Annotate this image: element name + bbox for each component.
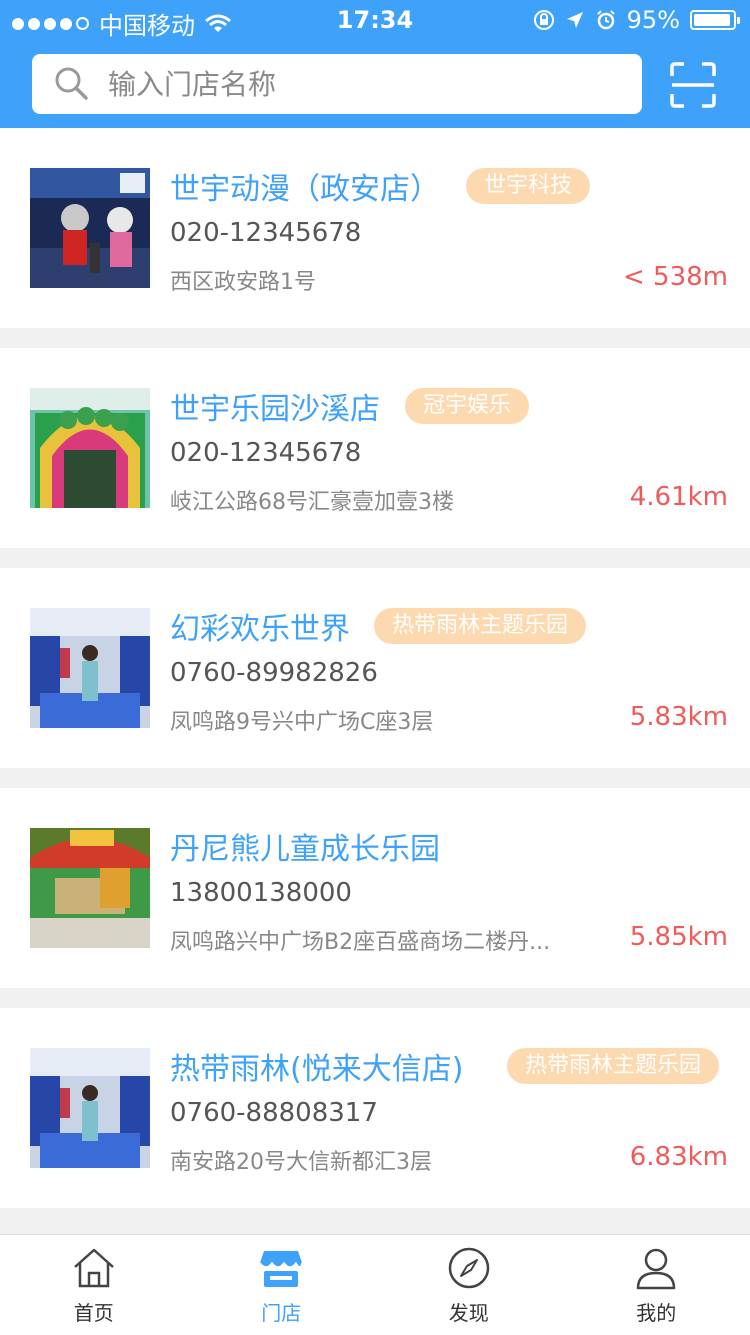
store-phone[interactable]: 0760-88808317 — [170, 1098, 378, 1128]
store-photo — [30, 388, 150, 508]
store-photo — [30, 1048, 150, 1168]
search-bar[interactable] — [32, 54, 642, 114]
scan-icon[interactable] — [670, 62, 716, 108]
store-photo — [30, 168, 150, 288]
tab-discover[interactable]: 发现 — [375, 1235, 563, 1335]
store-distance: 4.61km — [630, 482, 728, 512]
store-tag: 冠宇娱乐 — [405, 388, 529, 424]
header: 中国移动 17:34 95% — [0, 0, 750, 128]
store-card[interactable]: 丹尼熊儿童成长乐园 13800138000 凤鸣路兴中广场B2座百盛商场二楼丹.… — [0, 788, 750, 988]
store-address: 西区政安路1号 — [170, 264, 316, 296]
store-card[interactable]: 世宇动漫（政安店） 世宇科技 020-12345678 西区政安路1号 < 53… — [0, 128, 750, 328]
store-name: 幻彩欢乐世界 — [170, 604, 350, 648]
alarm-icon — [595, 9, 617, 31]
store-distance: 6.83km — [630, 1142, 728, 1172]
store-card[interactable]: 幻彩欢乐世界 热带雨林主题乐园 0760-89982826 凤鸣路9号兴中广场C… — [0, 568, 750, 768]
store-address: 凤鸣路9号兴中广场C座3层 — [170, 704, 433, 736]
store-address: 南安路20号大信新都汇3层 — [170, 1144, 432, 1176]
store-address: 凤鸣路兴中广场B2座百盛商场二楼丹... — [170, 924, 550, 956]
store-distance: 5.85km — [630, 922, 728, 952]
store-phone[interactable]: 020-12345678 — [170, 438, 361, 468]
store-name: 世宇动漫（政安店） — [170, 164, 440, 208]
store-name: 丹尼熊儿童成长乐园 — [170, 824, 440, 868]
store-card[interactable]: 热带雨林(悦来大信店) 热带雨林主题乐园 0760-88808317 南安路20… — [0, 1008, 750, 1208]
store-phone[interactable]: 0760-89982826 — [170, 658, 378, 688]
store-distance: 5.83km — [630, 702, 728, 732]
status-bar: 中国移动 17:34 95% — [0, 0, 750, 40]
compass-icon — [446, 1245, 492, 1291]
location-icon — [565, 10, 585, 30]
store-tag: 热带雨林主题乐园 — [507, 1048, 719, 1084]
tab-label: 发现 — [449, 1297, 489, 1326]
search-icon — [52, 64, 92, 104]
store-tag: 世宇科技 — [466, 168, 590, 204]
rotation-lock-icon — [533, 9, 555, 31]
store-photo — [30, 608, 150, 728]
store-list: 世宇动漫（政安店） 世宇科技 020-12345678 西区政安路1号 < 53… — [0, 128, 750, 1228]
store-phone[interactable]: 020-12345678 — [170, 218, 361, 248]
tab-label: 首页 — [74, 1297, 114, 1326]
battery-percent: 95% — [627, 6, 680, 34]
store-name: 世宇乐园沙溪店 — [170, 384, 380, 428]
tab-bar: 首页 门店 发现 我的 — [0, 1234, 750, 1335]
search-input[interactable] — [106, 67, 630, 102]
tab-store[interactable]: 门店 — [188, 1235, 376, 1335]
tab-home[interactable]: 首页 — [0, 1235, 188, 1335]
tab-label: 我的 — [636, 1297, 676, 1326]
store-phone[interactable]: 13800138000 — [170, 878, 352, 908]
battery-icon — [690, 10, 736, 30]
home-icon — [71, 1245, 117, 1291]
store-card[interactable]: 世宇乐园沙溪店 冠宇娱乐 020-12345678 岐江公路68号汇豪壹加壹3楼… — [0, 348, 750, 548]
store-icon — [258, 1245, 304, 1291]
store-name: 热带雨林(悦来大信店) — [170, 1044, 463, 1088]
user-icon — [633, 1245, 679, 1291]
store-distance: < 538m — [623, 262, 728, 292]
tab-mine[interactable]: 我的 — [563, 1235, 750, 1335]
tab-label: 门店 — [261, 1297, 301, 1326]
store-address: 岐江公路68号汇豪壹加壹3楼 — [170, 484, 454, 516]
store-photo — [30, 828, 150, 948]
store-tag: 热带雨林主题乐园 — [374, 608, 586, 644]
